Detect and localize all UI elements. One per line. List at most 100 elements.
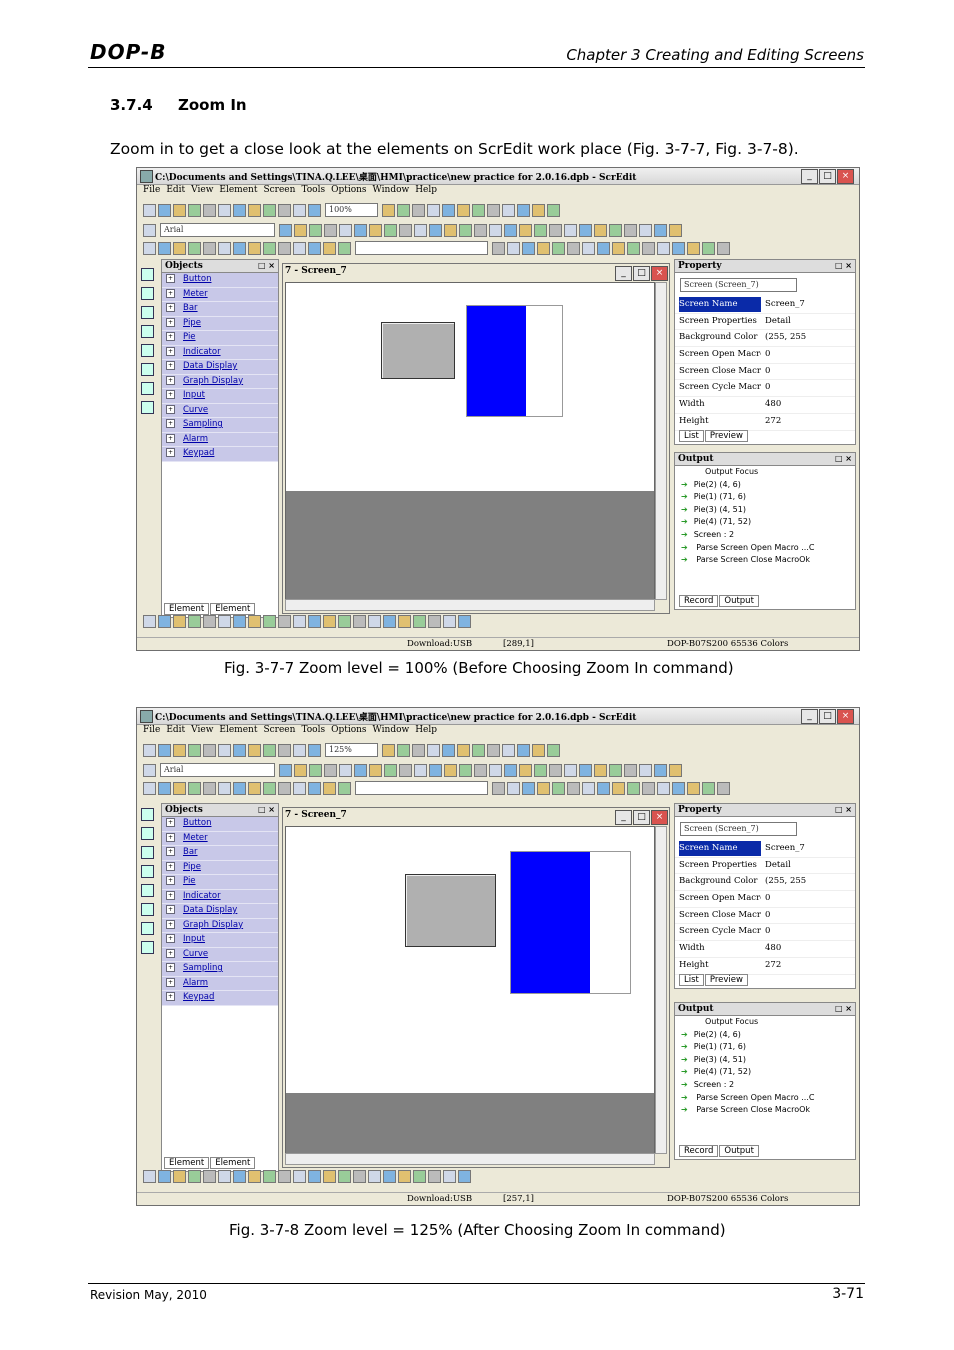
toolbar-button[interactable]: [353, 1170, 366, 1183]
menu-item[interactable]: Options: [331, 185, 366, 195]
toolbar-button[interactable]: [308, 744, 321, 757]
toolbar-button[interactable]: [443, 615, 456, 628]
drawing-tool-icon[interactable]: [141, 325, 154, 338]
toolbar-button[interactable]: [294, 224, 307, 237]
toolbar-button[interactable]: [489, 224, 502, 237]
toolbar-button[interactable]: [507, 782, 520, 795]
toolbar-button[interactable]: [612, 782, 625, 795]
close-icon[interactable]: □ ×: [835, 1003, 852, 1015]
output-focus[interactable]: Output Focus: [675, 1016, 855, 1029]
toolbar-button[interactable]: [609, 764, 622, 777]
toolbar-button[interactable]: [502, 204, 515, 217]
tab-output[interactable]: Output: [719, 1145, 759, 1157]
toolbar-button[interactable]: [384, 764, 397, 777]
close-button[interactable]: ×: [651, 810, 668, 825]
property-value[interactable]: 272: [765, 958, 781, 973]
toolbar-button[interactable]: [353, 615, 366, 628]
object-item[interactable]: + Button: [162, 817, 278, 832]
toolbar-button[interactable]: [158, 615, 171, 628]
toolbar-button[interactable]: [532, 204, 545, 217]
toolbar-button[interactable]: [384, 224, 397, 237]
toolbar-button[interactable]: [158, 782, 171, 795]
object-item[interactable]: + Sampling: [162, 962, 278, 977]
property-row[interactable]: Screen Open Macro 0: [675, 891, 855, 908]
toolbar-button[interactable]: [657, 782, 670, 795]
toolbar-button[interactable]: [218, 744, 231, 757]
object-item[interactable]: + Meter: [162, 287, 278, 302]
toolbar-button[interactable]: [579, 224, 592, 237]
toolbar-button[interactable]: [323, 615, 336, 628]
tab-record[interactable]: Record: [679, 1145, 719, 1157]
button-element[interactable]: [381, 322, 455, 379]
property-object-combo[interactable]: Screen (Screen_7): [680, 822, 797, 836]
toolbar-button[interactable]: [293, 242, 306, 255]
expand-icon[interactable]: +: [166, 317, 175, 327]
toolbar-button[interactable]: [143, 224, 156, 237]
property-row[interactable]: Screen Close Macro 0: [675, 908, 855, 925]
toolbar-button[interactable]: [203, 1170, 216, 1183]
toolbar-button[interactable]: [579, 764, 592, 777]
toolbar-button[interactable]: [594, 224, 607, 237]
toolbar-button[interactable]: [552, 782, 565, 795]
toolbar-button[interactable]: [188, 1170, 201, 1183]
expand-icon[interactable]: +: [166, 288, 175, 298]
object-item[interactable]: + Graph Display: [162, 918, 278, 933]
object-item[interactable]: + Curve: [162, 403, 278, 418]
object-item[interactable]: + Bar: [162, 846, 278, 861]
toolbar-button[interactable]: [173, 1170, 186, 1183]
toolbar-button[interactable]: [474, 764, 487, 777]
toolbar-button[interactable]: [519, 224, 532, 237]
toolbar-button[interactable]: [158, 1170, 171, 1183]
expand-icon[interactable]: +: [166, 404, 175, 414]
maximize-button[interactable]: □: [633, 266, 650, 281]
toolbar-button[interactable]: [203, 615, 216, 628]
toolbar-button[interactable]: [547, 204, 560, 217]
toolbar-button[interactable]: [309, 224, 322, 237]
horizontal-scrollbar[interactable]: [285, 1153, 655, 1165]
drawing-tool-icon[interactable]: [141, 922, 154, 935]
toolbar-button[interactable]: [278, 204, 291, 217]
toolbar-button[interactable]: [428, 615, 441, 628]
toolbar-button[interactable]: [338, 1170, 351, 1183]
object-item[interactable]: + Input: [162, 389, 278, 404]
toolbar-button[interactable]: [173, 615, 186, 628]
toolbar-button[interactable]: [143, 242, 156, 255]
toolbar-button[interactable]: [624, 224, 637, 237]
object-item[interactable]: + Data Display: [162, 360, 278, 375]
toolbar-button[interactable]: [597, 782, 610, 795]
property-value[interactable]: (255, 255: [765, 330, 806, 345]
toolbar-button[interactable]: [323, 1170, 336, 1183]
toolbar-button[interactable]: [398, 1170, 411, 1183]
property-row[interactable]: Height 272: [675, 414, 855, 431]
object-item[interactable]: + Indicator: [162, 345, 278, 360]
toolbar-button[interactable]: [278, 615, 291, 628]
horizontal-scrollbar[interactable]: [285, 599, 655, 611]
toolbar-button[interactable]: [427, 744, 440, 757]
toolbar-button[interactable]: [534, 764, 547, 777]
expand-icon[interactable]: +: [166, 390, 175, 399]
toolbar-button[interactable]: [248, 782, 261, 795]
toolbar-button[interactable]: [564, 764, 577, 777]
property-value[interactable]: (255, 255: [765, 874, 806, 889]
object-item[interactable]: + Pipe: [162, 316, 278, 331]
object-item[interactable]: + Sampling: [162, 418, 278, 433]
close-icon[interactable]: □ ×: [835, 260, 852, 272]
toolbar-button[interactable]: [429, 224, 442, 237]
menu-item[interactable]: Screen: [263, 725, 295, 735]
expand-icon[interactable]: +: [166, 890, 175, 900]
toolbar-button[interactable]: [669, 764, 682, 777]
property-value[interactable]: 0: [765, 347, 770, 362]
toolbar-button[interactable]: [642, 782, 655, 795]
toolbar-button[interactable]: [218, 204, 231, 217]
toolbar-button[interactable]: [413, 615, 426, 628]
toolbar-button[interactable]: [203, 744, 216, 757]
toolbar-button[interactable]: [248, 1170, 261, 1183]
expand-icon[interactable]: +: [166, 832, 175, 842]
tab-list[interactable]: List: [679, 974, 704, 986]
toolbar-button[interactable]: [443, 1170, 456, 1183]
property-row[interactable]: Width 480: [675, 941, 855, 958]
drawing-tool-icon[interactable]: [141, 884, 154, 897]
property-value[interactable]: 0: [765, 908, 770, 923]
toolbar-button[interactable]: [639, 224, 652, 237]
toolbar-button[interactable]: [537, 242, 550, 255]
